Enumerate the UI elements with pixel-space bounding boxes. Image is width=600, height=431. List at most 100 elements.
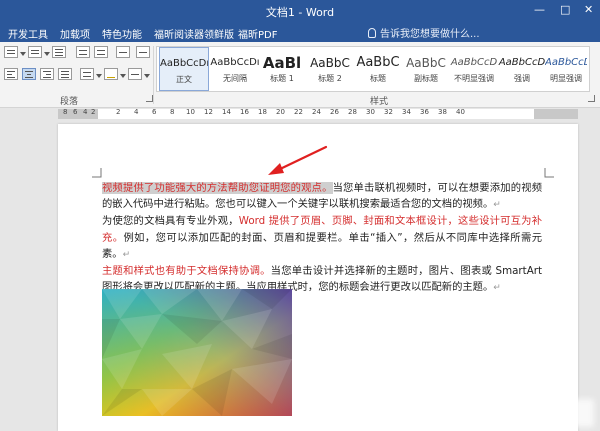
ruler-number: 38 xyxy=(438,108,447,116)
inserted-picture[interactable] xyxy=(102,289,292,416)
horizontal-ruler[interactable]: 8 6 4 2 2 4 6 8 10 12 14 16 18 20 22 24 … xyxy=(0,108,600,120)
paragraph-2-text-b[interactable]: 例如，您可以添加匹配的封面、页眉和提要栏。单击“插入”，然后从不同库中选择所需元… xyxy=(102,232,542,260)
tab-special-features[interactable]: 特色功能 xyxy=(102,26,142,41)
ribbon-tabs: 开发工具 加载项 特色功能 福昕阅读器领鲜版 福昕PDF 告诉我您想要做什么..… xyxy=(0,22,600,42)
paragraph-dialog-launcher-icon[interactable] xyxy=(146,95,153,102)
style-preview: AaBbCcDı xyxy=(160,58,208,69)
paragraph-3-red-text[interactable]: 主题和样式也有助于文档保持协调。 xyxy=(102,265,271,277)
style-preview: AaBbC xyxy=(310,56,350,70)
paragraph-group-label: 段落 xyxy=(60,97,79,107)
ruler-number: 4 xyxy=(83,108,88,116)
styles-gallery: AaBbCcDı 正文 AaBbCcDı 无间隔 AaBl 标题 1 AaBbC… xyxy=(156,46,590,92)
style-intense-emphasis[interactable]: AaBbCcD 明显强调 xyxy=(545,47,587,91)
ruler-number: 18 xyxy=(258,108,267,116)
show-marks-button[interactable] xyxy=(136,46,150,58)
ruler-number: 32 xyxy=(384,108,393,116)
style-emphasis[interactable]: AaBbCcD 强调 xyxy=(497,47,547,91)
style-preview: AaBl xyxy=(262,54,302,72)
ribbon: 段落 AaBbCcDı 正文 AaBbCcDı 无间隔 AaBl 标题 1 Aa… xyxy=(0,42,600,108)
style-subtle-emphasis[interactable]: AaBbCcD 不明显强调 xyxy=(449,47,499,91)
title-bar: 文档1 - Word — □ ✕ xyxy=(0,0,600,22)
ruler-number: 8 xyxy=(63,108,68,116)
style-preview: AaBbC xyxy=(356,55,400,70)
ruler-number: 16 xyxy=(240,108,249,116)
style-name: 不明显强调 xyxy=(454,74,494,83)
align-left-button[interactable] xyxy=(4,68,18,80)
paragraph-mark: ↵ xyxy=(493,283,501,294)
ruler-number: 6 xyxy=(152,108,157,116)
style-heading-1[interactable]: AaBl 标题 1 xyxy=(257,47,307,91)
bullets-dropdown-icon[interactable] xyxy=(20,52,26,56)
decrease-indent-button[interactable] xyxy=(76,46,90,58)
style-name: 明显强调 xyxy=(550,74,582,83)
ruler-number: 24 xyxy=(312,108,321,116)
paragraph-mark: ↵ xyxy=(493,200,501,211)
ruler-right-margin xyxy=(534,109,578,119)
line-spacing-dropdown-icon[interactable] xyxy=(96,74,102,78)
numbering-button[interactable] xyxy=(28,46,42,58)
multilevel-list-button[interactable] xyxy=(52,46,66,58)
style-subtitle[interactable]: AaBbC 副标题 xyxy=(401,47,451,91)
crop-mark-top-right xyxy=(544,168,554,178)
ruler-number: 4 xyxy=(134,108,139,116)
highlighted-sentence[interactable]: 视频提供了功能强大的方法帮助您证明您的观点。 xyxy=(102,182,333,194)
ruler-number: 22 xyxy=(294,108,303,116)
bullets-button[interactable] xyxy=(4,46,18,58)
close-icon[interactable]: ✕ xyxy=(584,3,593,16)
tab-foxit-reader[interactable]: 福昕阅读器领鲜版 xyxy=(154,26,234,41)
blurred-watermark xyxy=(524,399,594,427)
tab-addins[interactable]: 加载项 xyxy=(60,26,90,41)
line-spacing-button[interactable] xyxy=(80,68,94,80)
window-title: 文档1 - Word xyxy=(265,6,335,19)
tell-me-search[interactable]: 告诉我您想要做什么... xyxy=(368,25,480,40)
ruler-number: 30 xyxy=(366,108,375,116)
paragraph-1[interactable]: 视频提供了功能强大的方法帮助您证明您的观点。当您单击联机视频时，可以在想要添加的… xyxy=(102,180,542,213)
borders-button[interactable] xyxy=(128,68,142,80)
increase-indent-button[interactable] xyxy=(94,46,108,58)
tab-developer[interactable]: 开发工具 xyxy=(8,26,48,41)
ruler-number: 14 xyxy=(222,108,231,116)
ruler-number: 26 xyxy=(330,108,339,116)
polygon-gradient-image xyxy=(102,289,292,416)
shading-dropdown-icon[interactable] xyxy=(120,74,126,78)
justify-button[interactable] xyxy=(58,68,72,80)
style-preview: AaBbCcD xyxy=(498,57,546,68)
ruler-number: 28 xyxy=(348,108,357,116)
style-no-spacing[interactable]: AaBbCcDı 无间隔 xyxy=(210,47,260,91)
style-preview: AaBbCcD xyxy=(450,57,498,68)
style-heading-2[interactable]: AaBbC 标题 2 xyxy=(305,47,355,91)
style-name: 副标题 xyxy=(414,74,438,83)
style-name: 标题 1 xyxy=(270,74,294,83)
styles-dialog-launcher-icon[interactable] xyxy=(588,95,595,102)
paragraph-2[interactable]: 为使您的文档具有专业外观，Word 提供了页眉、页脚、封面和文本框设计，这些设计… xyxy=(102,213,542,263)
group-separator xyxy=(153,46,154,104)
tab-foxit-pdf[interactable]: 福昕PDF xyxy=(238,26,277,41)
style-name: 标题 xyxy=(370,74,386,83)
shading-button[interactable] xyxy=(104,68,118,80)
crop-mark-top-left xyxy=(92,168,102,178)
style-preview: AaBbC xyxy=(406,56,446,70)
maximize-icon[interactable]: □ xyxy=(560,3,570,16)
style-name: 标题 2 xyxy=(318,74,342,83)
styles-group-label: 样式 xyxy=(370,97,389,107)
paragraph-mark: ↵ xyxy=(122,249,131,260)
style-preview: AaBbCcD xyxy=(545,57,587,68)
ruler-number: 2 xyxy=(116,108,121,116)
ruler-number: 40 xyxy=(456,108,465,116)
style-title[interactable]: AaBbC 标题 xyxy=(353,47,403,91)
paragraph-2-text-a[interactable]: 为使您的文档具有专业外观， xyxy=(102,215,239,227)
ruler-number: 6 xyxy=(73,108,78,116)
numbering-dropdown-icon[interactable] xyxy=(44,52,50,56)
style-name: 无间隔 xyxy=(223,74,247,83)
lightbulb-icon xyxy=(368,28,376,38)
document-body[interactable]: 视频提供了功能强大的方法帮助您证明您的观点。当您单击联机视频时，可以在想要添加的… xyxy=(102,180,542,296)
sort-button[interactable] xyxy=(116,46,130,58)
ruler-number: 36 xyxy=(420,108,429,116)
align-right-button[interactable] xyxy=(40,68,54,80)
align-center-button[interactable] xyxy=(22,68,36,80)
style-name: 正文 xyxy=(176,75,192,84)
document-page[interactable]: 视频提供了功能强大的方法帮助您证明您的观点。当您单击联机视频时，可以在想要添加的… xyxy=(58,124,578,431)
minimize-icon[interactable]: — xyxy=(534,3,545,16)
borders-dropdown-icon[interactable] xyxy=(144,74,150,78)
style-normal[interactable]: AaBbCcDı 正文 xyxy=(159,47,209,91)
